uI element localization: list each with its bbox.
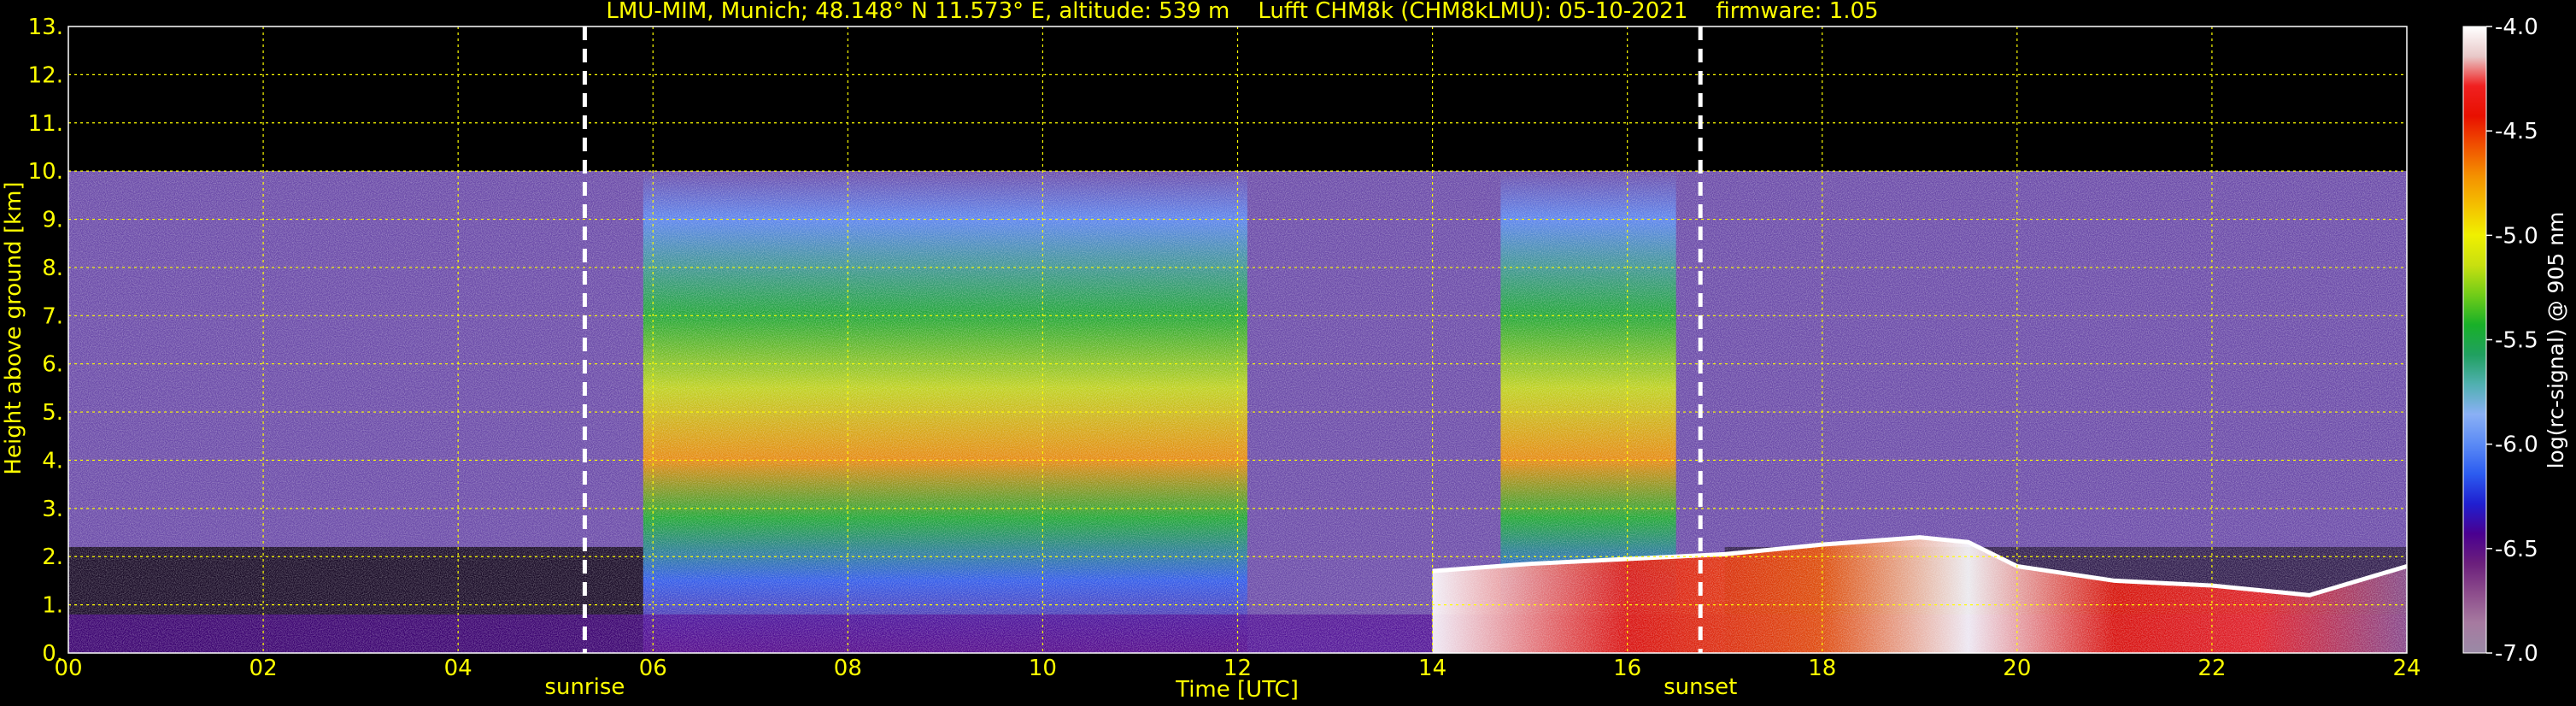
y-tick-label: 3.	[42, 497, 63, 522]
x-tick-label: 18	[1808, 656, 1836, 681]
y-tick-label: 8.	[42, 256, 63, 281]
marker-label-sunset: sunset	[1664, 674, 1737, 700]
colorbar-tick-label: -4.0	[2495, 15, 2538, 40]
y-tick-label: 12.	[28, 62, 63, 88]
y-tick-label: 11.	[28, 111, 63, 137]
colorbar-tick-label: -4.5	[2495, 119, 2538, 144]
colorbar-tick-label: -5.0	[2495, 223, 2538, 249]
colorbar-label: log(rc-signal) @ 905 nm	[2544, 212, 2568, 469]
x-tick-label: 16	[1613, 656, 1641, 681]
y-tick-label: 13.	[28, 15, 63, 40]
x-tick-label: 22	[2198, 656, 2226, 681]
y-tick-label: 4.	[42, 448, 63, 474]
colorbar-scale	[2462, 26, 2487, 654]
y-tick-label: 10.	[28, 159, 63, 185]
y-axis-label: Height above ground [km]	[1, 181, 26, 474]
ceilometer-chart: sunrise sunset LMU-MIM, Munich; 48.148° N…	[0, 0, 2576, 706]
y-tick-label: 2.	[42, 544, 63, 570]
x-tick-label: 04	[444, 656, 472, 681]
y-tick-label: 6.	[42, 352, 63, 378]
x-tick-label: 02	[249, 656, 278, 681]
x-tick-label: 08	[834, 656, 862, 681]
x-tick-label: 20	[2003, 656, 2031, 681]
x-tick-label: 06	[639, 656, 667, 681]
x-tick-label: 12	[1223, 656, 1252, 681]
y-tick-label: 7.	[42, 303, 63, 329]
chart-title: LMU-MIM, Munich; 48.148° N 11.573° E, al…	[606, 0, 1878, 24]
x-tick-label: 14	[1418, 656, 1446, 681]
y-tick-label: 0.	[42, 641, 63, 667]
x-tick-label: 24	[2392, 656, 2421, 681]
colorbar-tick-label: -6.0	[2495, 432, 2538, 458]
colorbar-tick-label: -5.5	[2495, 328, 2538, 354]
y-tick-label: 5.	[42, 400, 63, 426]
marker-label-sunrise: sunrise	[544, 674, 625, 700]
y-tick-label: 1.	[42, 593, 63, 619]
colorbar-tick-label: -6.5	[2495, 537, 2538, 562]
x-tick-label: 10	[1029, 656, 1057, 681]
y-tick-label: 9.	[42, 208, 63, 233]
colorbar-tick-label: -7.0	[2495, 641, 2538, 667]
